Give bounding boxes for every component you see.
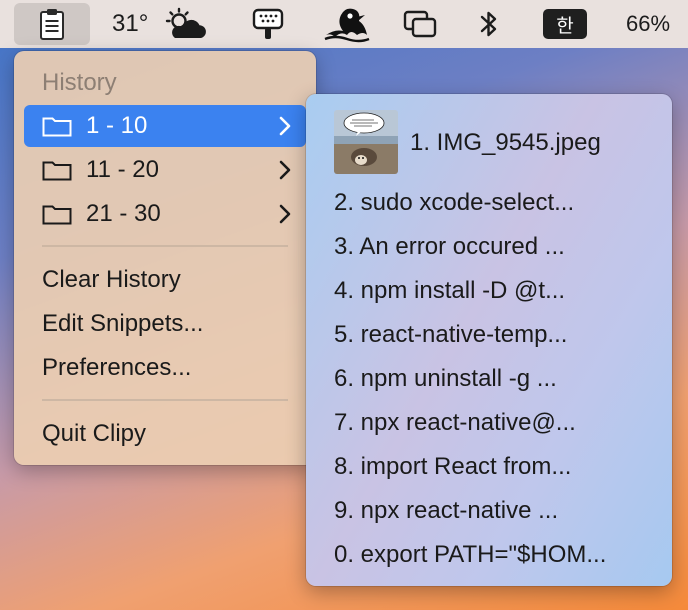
bluetooth-status-item[interactable] bbox=[474, 0, 504, 48]
weather-temperature[interactable]: 31° bbox=[112, 0, 148, 48]
history-item-4[interactable]: 4. npm install -D @t... bbox=[334, 276, 565, 306]
edit-snippets-item[interactable]: Edit Snippets... bbox=[42, 309, 203, 339]
chevron-right-icon bbox=[279, 204, 291, 224]
history-group-label: 1 - 10 bbox=[86, 112, 148, 139]
screen-mirroring-status-item[interactable] bbox=[400, 0, 440, 48]
history-item-6[interactable]: 6. npm uninstall -g ... bbox=[334, 364, 557, 394]
menu-bar: 31° 한 66% bbox=[0, 0, 688, 48]
history-item-10[interactable]: 0. export PATH="$HOM... bbox=[334, 540, 606, 570]
menu-separator bbox=[42, 245, 288, 247]
history-item-7[interactable]: 7. npx react-native@... bbox=[334, 408, 576, 438]
chevron-right-icon bbox=[279, 160, 291, 180]
menu-header-history: History bbox=[42, 69, 117, 96]
history-group-11-20[interactable]: 11 - 20 bbox=[24, 149, 306, 191]
image-thumbnail bbox=[334, 110, 398, 174]
history-item-9[interactable]: 9. npx react-native ... bbox=[334, 496, 558, 526]
history-item-8[interactable]: 8. import React from... bbox=[334, 452, 571, 482]
screen-mirroring-icon bbox=[403, 10, 437, 38]
app-status-item[interactable] bbox=[322, 0, 372, 48]
partly-cloudy-icon bbox=[165, 7, 206, 38]
creature-icon bbox=[324, 8, 370, 43]
folder-icon bbox=[42, 117, 72, 137]
history-group-1-10[interactable]: 1 - 10 bbox=[24, 105, 306, 147]
clipy-menu: History 1 - 10 11 - 20 21 - 30 Clear His… bbox=[14, 51, 316, 465]
history-group-label: 21 - 30 bbox=[86, 200, 161, 227]
preferences-item[interactable]: Preferences... bbox=[42, 353, 191, 383]
battery-percentage[interactable]: 66% bbox=[626, 0, 670, 48]
clear-history-item[interactable]: Clear History bbox=[42, 265, 181, 295]
bluetooth-icon bbox=[480, 11, 497, 37]
history-group-label: 11 - 20 bbox=[86, 156, 159, 183]
input-method-indicator[interactable]: 한 bbox=[543, 9, 587, 39]
history-submenu: 1. IMG_9545.jpeg 2. sudo xcode-select...… bbox=[306, 94, 672, 586]
folder-icon bbox=[42, 161, 72, 181]
shower-status-item[interactable] bbox=[248, 0, 288, 48]
folder-icon bbox=[42, 205, 72, 225]
history-group-21-30[interactable]: 21 - 30 bbox=[24, 193, 306, 235]
shower-icon bbox=[252, 8, 284, 39]
clipboard-icon bbox=[40, 9, 64, 40]
clipy-status-item[interactable] bbox=[14, 3, 90, 45]
weather-status-item[interactable] bbox=[160, 0, 210, 48]
history-item-3[interactable]: 3. An error occured ... bbox=[334, 232, 565, 262]
quit-clipy-item[interactable]: Quit Clipy bbox=[42, 419, 146, 449]
chevron-right-icon bbox=[279, 116, 291, 136]
history-item-2[interactable]: 2. sudo xcode-select... bbox=[334, 188, 574, 218]
history-item-5[interactable]: 5. react-native-temp... bbox=[334, 320, 567, 350]
menu-separator bbox=[42, 399, 288, 401]
history-item-1[interactable]: 1. IMG_9545.jpeg bbox=[410, 128, 601, 158]
